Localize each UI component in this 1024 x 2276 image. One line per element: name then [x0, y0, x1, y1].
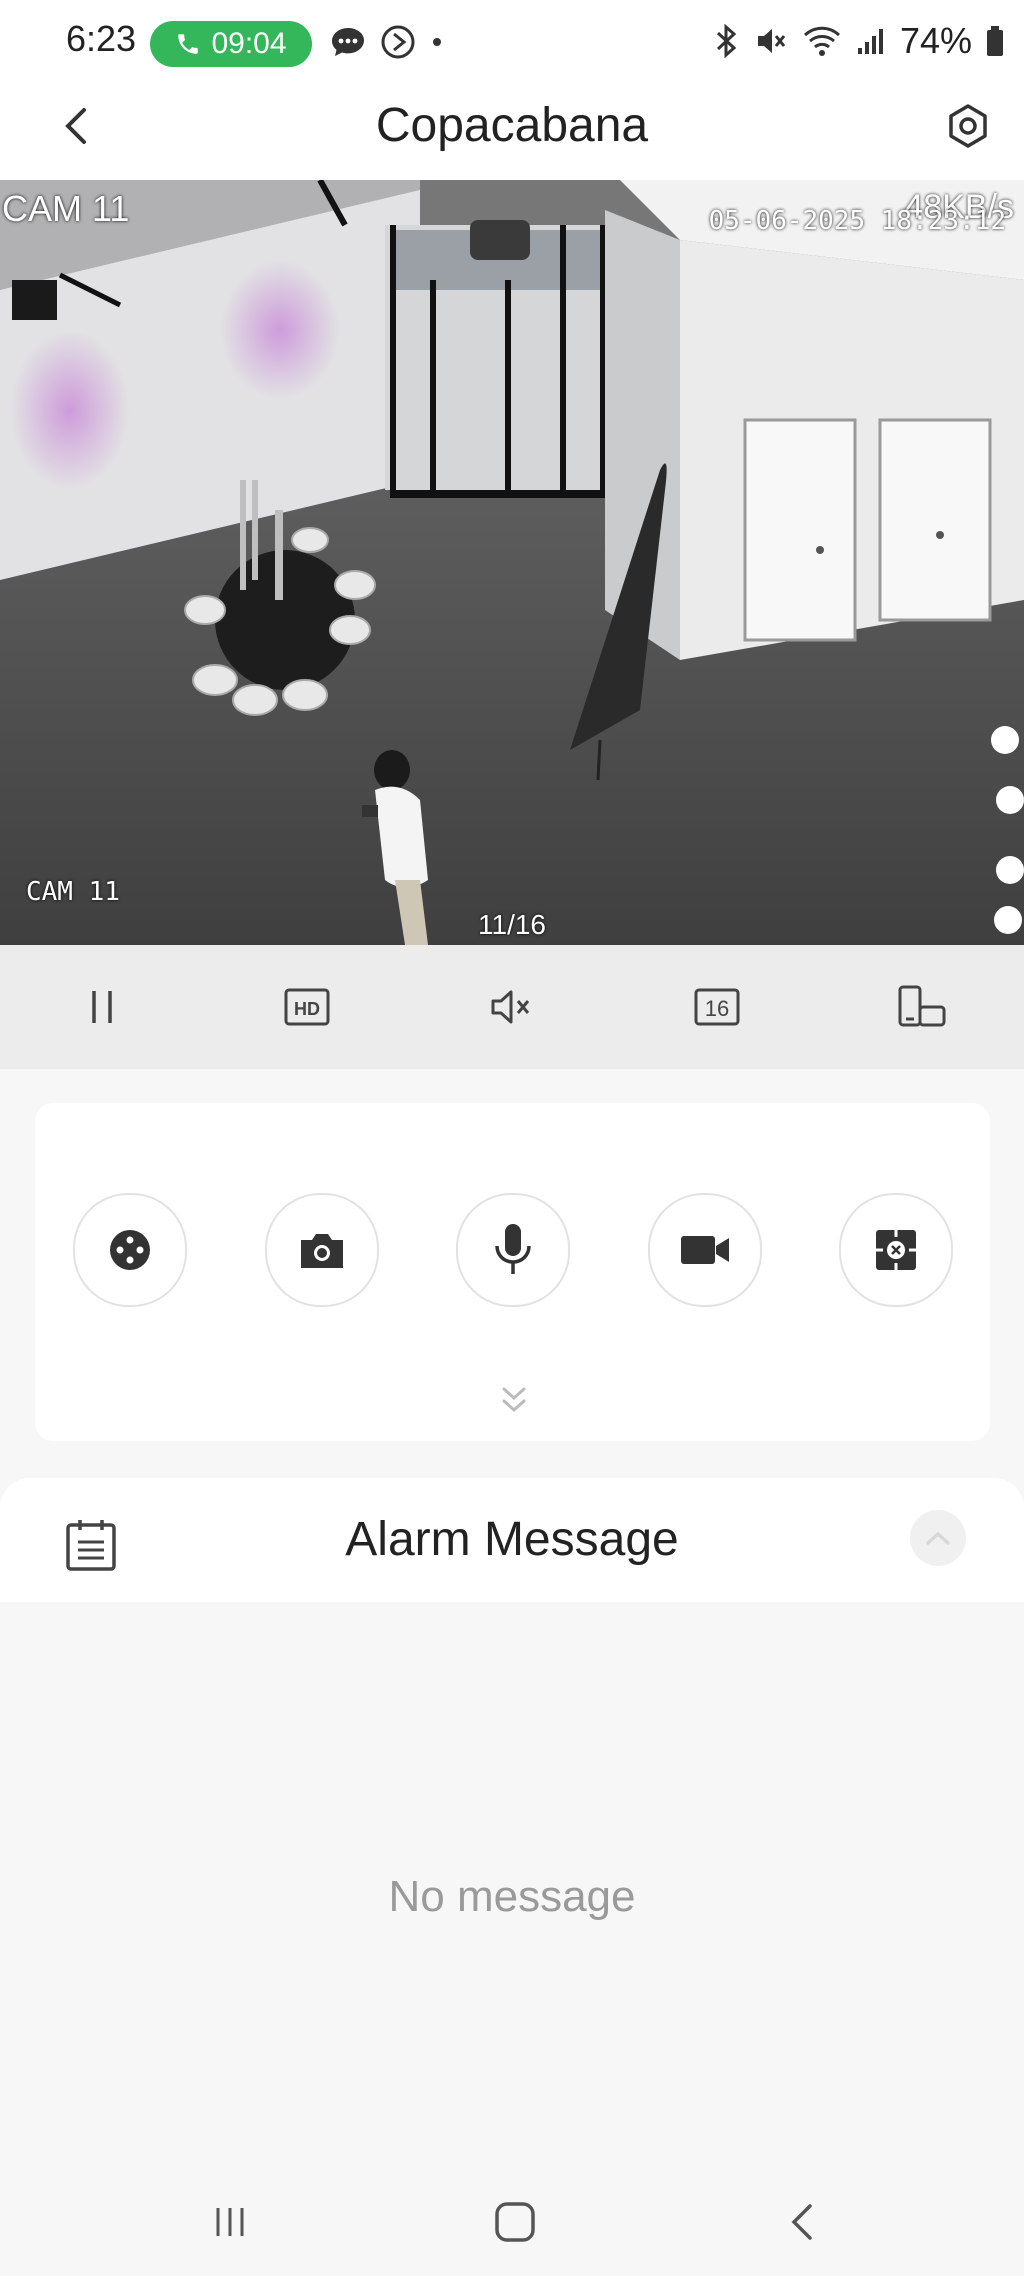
- player-controls: HD 16: [0, 945, 1024, 1069]
- action-card: [35, 1103, 990, 1441]
- focus-button[interactable]: [839, 1193, 953, 1307]
- settings-hexagon-icon[interactable]: [940, 98, 996, 154]
- ptz-joystick-icon: [106, 1226, 154, 1274]
- ptz-button[interactable]: [73, 1193, 187, 1307]
- camera-label: CAM 11: [2, 188, 130, 229]
- home-icon[interactable]: [485, 2192, 545, 2252]
- crosshair-icon: [871, 1225, 921, 1275]
- speaker-muted-icon[interactable]: [472, 967, 552, 1047]
- status-time: 6:23: [66, 18, 137, 59]
- record-button[interactable]: [647, 1193, 762, 1307]
- talk-button[interactable]: [456, 1193, 570, 1307]
- back-nav-icon[interactable]: [772, 2192, 832, 2252]
- signal-icon: [856, 26, 886, 56]
- battery-icon: [986, 25, 1004, 57]
- status-bar: 6:23 09:04 74%: [0, 0, 1024, 72]
- system-navigation-bar: [0, 2168, 1024, 2276]
- page-title: Copacabana: [375, 99, 649, 152]
- mute-icon: [754, 24, 788, 58]
- wifi-icon: [802, 24, 842, 58]
- call-timer-pill[interactable]: 09:04: [150, 21, 312, 67]
- dot-icon: [430, 35, 444, 49]
- top-bar: Copacabana: [0, 72, 1024, 180]
- collapse-chevron-icon[interactable]: [910, 1510, 966, 1566]
- circle-play-icon: [380, 24, 416, 60]
- phone-icon: [175, 31, 201, 57]
- pause-icon[interactable]: [62, 967, 142, 1047]
- battery-percent: 74%: [899, 20, 972, 61]
- camera-overlay-label: CAM 11: [26, 877, 120, 907]
- grid-label: 16: [705, 996, 729, 1021]
- call-timer: 09:04: [211, 27, 287, 60]
- hd-label: HD: [294, 999, 320, 1019]
- hd-quality-button[interactable]: HD: [267, 967, 347, 1047]
- camera-scene-illustration: [0, 180, 1024, 945]
- recent-apps-icon[interactable]: [200, 2192, 260, 2252]
- camera-icon: [297, 1228, 347, 1272]
- rotate-screen-icon[interactable]: [882, 967, 962, 1047]
- chat-bubble-icon: [330, 26, 366, 58]
- empty-state-text: No message: [388, 1872, 636, 1921]
- bluetooth-icon: [712, 24, 740, 58]
- video-timestamp: 05-06-2025 18:23:12: [708, 206, 1006, 236]
- channel-indicator: 11/16: [478, 909, 546, 940]
- snapshot-button[interactable]: [264, 1193, 379, 1307]
- alarm-title: Alarm Message: [345, 1513, 679, 1566]
- alarm-panel-header: Alarm Message: [0, 1478, 1024, 1602]
- grid-layout-button[interactable]: 16: [677, 967, 757, 1047]
- video-camera-icon: [678, 1230, 732, 1270]
- live-video-feed[interactable]: CAM 11 48KB/s 05-06-2025 18:23:12 CAM 11…: [0, 180, 1024, 945]
- microphone-icon: [491, 1222, 535, 1278]
- expand-chevrons-icon[interactable]: [490, 1377, 538, 1425]
